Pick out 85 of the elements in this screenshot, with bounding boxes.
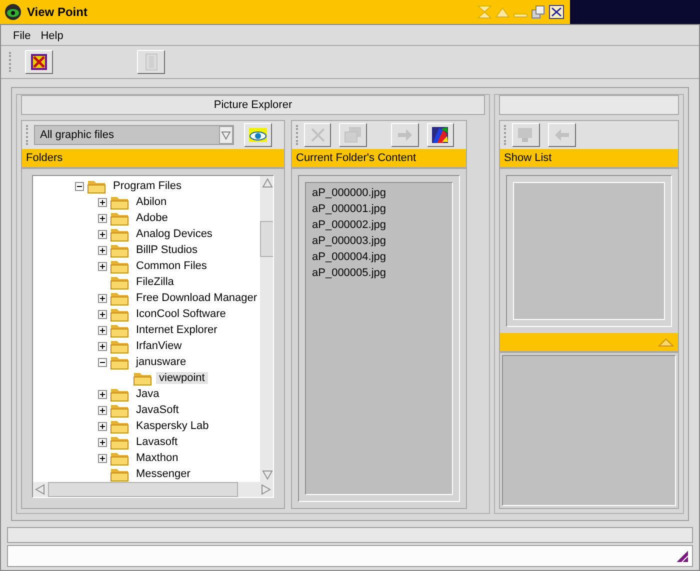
folder-icon [110, 322, 130, 338]
section-header: Folders [22, 149, 284, 169]
folder-icon [110, 258, 130, 274]
tree-item[interactable]: BillP Studios [133, 244, 201, 256]
tree-item[interactable]: Adobe [133, 212, 171, 224]
preview-button[interactable] [244, 123, 272, 147]
tree-item[interactable]: Program Files [110, 180, 184, 192]
collapse-icon[interactable] [98, 358, 107, 366]
expand-icon[interactable] [98, 454, 107, 462]
tree-item[interactable]: IconCool Software [133, 308, 229, 320]
delete-icon [308, 126, 327, 144]
expand-icon[interactable] [98, 310, 107, 318]
folder-icon [110, 290, 130, 306]
list-entry[interactable]: aP_000000.jpg [312, 185, 446, 201]
scroll-thumb[interactable] [48, 482, 238, 497]
monitor-icon [517, 126, 535, 144]
list-entry[interactable]: aP_000001.jpg [312, 201, 446, 217]
filter-dropdown[interactable]: All graphic files [34, 125, 234, 145]
copy-icon [344, 126, 362, 144]
menu-item[interactable]: File [13, 30, 31, 42]
horizontal-scrollbar[interactable] [33, 482, 273, 497]
expand-icon[interactable] [98, 214, 107, 222]
tree-item[interactable]: Messenger [133, 468, 194, 480]
palette-icon [431, 126, 450, 144]
toolbar-button[interactable] [25, 50, 53, 74]
resize-grip-icon[interactable] [676, 550, 688, 562]
folder-icon [110, 226, 130, 242]
scroll-thumb[interactable] [260, 221, 273, 257]
list-entry[interactable]: aP_000005.jpg [312, 265, 446, 281]
expand-icon[interactable] [98, 406, 107, 414]
vertical-scrollbar[interactable] [260, 176, 273, 482]
folder-icon [110, 386, 130, 402]
tree-item[interactable]: viewpoint [156, 372, 208, 384]
folder-icon [110, 306, 130, 322]
tree-item[interactable]: Kaspersky Lab [133, 420, 212, 432]
folder-icon [110, 274, 130, 290]
collapse-icon[interactable] [75, 182, 84, 190]
list-entry[interactable]: aP_000002.jpg [312, 217, 446, 233]
expand-icon[interactable] [98, 326, 107, 334]
expand-icon[interactable] [98, 198, 107, 206]
section-header: Show List [500, 149, 678, 169]
tree-item[interactable]: JavaSoft [133, 404, 182, 416]
panel-header: Picture Explorer [21, 95, 485, 115]
tree-item[interactable]: FileZilla [133, 276, 177, 288]
menu-item[interactable]: Help [40, 30, 64, 42]
expand-icon[interactable] [98, 262, 107, 270]
close-icon[interactable] [549, 5, 564, 19]
expand-icon[interactable] [98, 246, 107, 254]
tree-item[interactable]: janusware [133, 356, 190, 368]
section-header: Current Folder's Content [292, 149, 466, 169]
expand-icon[interactable] [98, 390, 107, 398]
tree-item[interactable]: Free Download Manager [133, 292, 260, 304]
folder-icon [110, 450, 130, 466]
tree-item[interactable]: Common Files [133, 260, 210, 272]
folder-icon [110, 242, 130, 258]
eye-icon [248, 127, 268, 143]
expand-icon[interactable] [98, 438, 107, 446]
tree-item[interactable]: Internet Explorer [133, 324, 220, 336]
tree-item[interactable]: Maxthon [133, 452, 182, 464]
folder-icon [110, 466, 130, 482]
folder-icon [110, 210, 130, 226]
arrow-icon [396, 126, 414, 144]
tree-item[interactable]: Analog Devices [133, 228, 216, 240]
tree-item[interactable]: IrfanView [133, 340, 185, 352]
expand-icon[interactable] [98, 342, 107, 350]
tree-item[interactable]: Abilon [133, 196, 170, 208]
expand-icon[interactable] [98, 294, 107, 302]
list-entry[interactable]: aP_000004.jpg [312, 249, 446, 265]
tree-item[interactable]: Java [133, 388, 162, 400]
eye-icon [4, 3, 22, 21]
folder-icon [87, 178, 107, 194]
folder-icon [133, 370, 153, 386]
list-entry[interactable]: aP_000003.jpg [312, 233, 446, 249]
expand-icon[interactable] [98, 422, 107, 430]
folder-icon [110, 418, 130, 434]
tree-item[interactable]: Lavasoft [133, 436, 181, 448]
folder-icon [110, 354, 130, 370]
folder-icon [110, 434, 130, 450]
close-icon [30, 53, 48, 71]
window-title: View Point [27, 5, 88, 19]
folder-icon [110, 402, 130, 418]
folder-icon [110, 194, 130, 210]
toolbar-button[interactable] [426, 123, 454, 147]
folder-icon [110, 338, 130, 354]
expand-icon[interactable] [98, 230, 107, 238]
